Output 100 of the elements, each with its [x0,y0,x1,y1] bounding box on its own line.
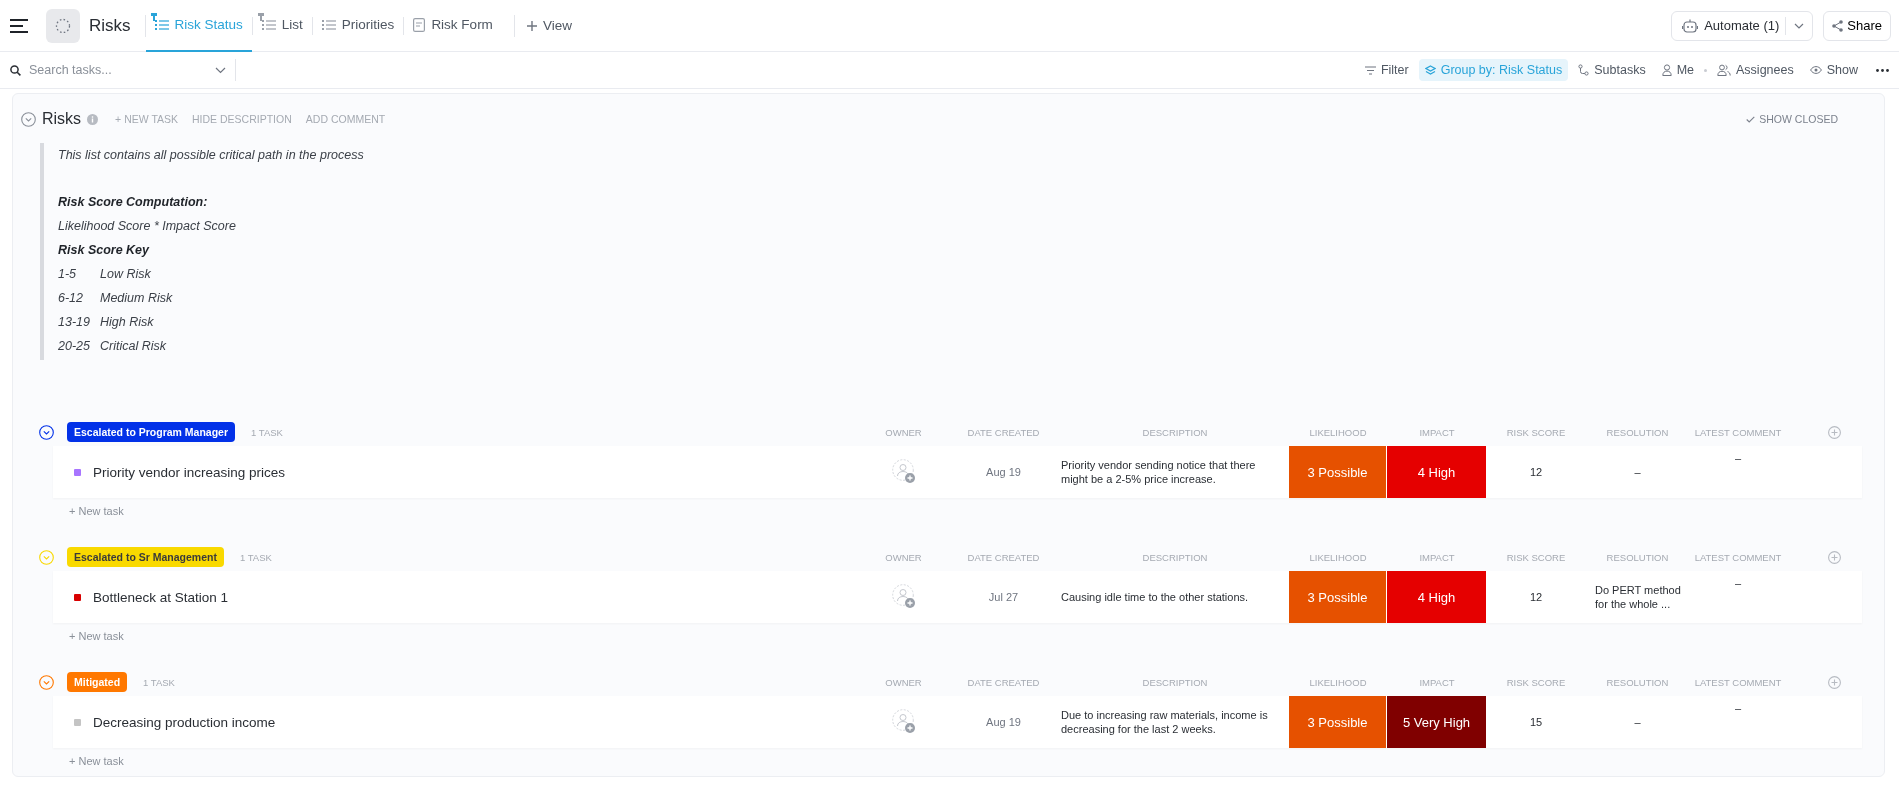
task-name[interactable]: Priority vendor increasing prices [93,464,286,480]
description-cell-text: Due to increasing raw materials, income is decreasing for the last 2 weeks. [1061,708,1269,736]
score-cell-text: 12 [1528,466,1544,478]
view-tab[interactable]: Risk Form [404,0,502,52]
description-heading: Risk Score Computation: [58,194,209,211]
add-column-icon[interactable] [1828,675,1841,689]
subtasks-icon [1578,64,1590,76]
show-closed-button[interactable]: SHOW CLOSED [1740,112,1844,126]
menu-icon[interactable] [10,18,28,33]
more-icon[interactable] [1876,68,1889,72]
info-icon[interactable] [87,113,99,125]
impact-cell[interactable]: 5 Very High [1387,696,1486,748]
description-text: This list contains all possible critical path in the process [58,147,365,164]
score-range: 1-5 [58,266,78,283]
impact-cell[interactable]: 4 High [1387,446,1486,498]
list-icon [321,18,336,31]
column-header: RESOLUTION [1605,676,1670,688]
task-row[interactable]: Decreasing production income Aug 19 Due to increasing raw materials, income is decreasing for the last 2 weeks. 3 Possible 5 Very High 15 – – [53,696,1862,748]
automate-button[interactable]: Automate (1) [1671,10,1814,41]
robot-icon [1682,18,1699,33]
status-pill[interactable]: Escalated to Sr Management [67,547,224,567]
score-range: 20-25 [58,338,91,355]
task-name[interactable]: Bottleneck at Station 1 [93,589,229,605]
impact-cell[interactable]: 4 High [1387,571,1486,623]
column-header: RISK SCORE [1505,676,1567,688]
description-cell-text: Priority vendor sending notice that there might be a 2-5% price increase. [1061,458,1257,486]
column-header: LATEST COMMENT [1693,426,1783,438]
task-row[interactable]: Bottleneck at Station 1 Jul 27 Causing idle time to the other stations. 3 Possible 4 High 12 Do PERT method for the whole ... – [53,571,1862,623]
toolbar-button[interactable]: Filter [1358,59,1415,81]
view-tab[interactable]: List [252,0,312,52]
column-header: RISK SCORE [1505,551,1567,563]
caret-icon [1794,22,1805,29]
risk-level: Low Risk [100,267,151,281]
score-range: 13-19 [58,314,91,331]
form-icon [413,17,426,32]
status-square[interactable] [74,468,81,476]
search-icon [10,64,21,76]
list-avatar[interactable] [46,8,80,43]
collapse-icon[interactable] [39,424,54,440]
plus-icon [526,20,537,31]
column-header: LIKELIHOOD [1308,676,1368,688]
comment-cell-text: – [1733,452,1743,464]
share-button[interactable]: Share [1823,10,1891,41]
column-header: RISK SCORE [1505,426,1567,438]
task-count: 1 TASK [239,551,272,563]
date-cell-text: Aug 19 [985,466,1022,478]
toolbar-button[interactable]: Show [1803,59,1864,81]
toolbar-button[interactable]: Subtasks [1572,59,1652,81]
comment-cell-text: – [1733,577,1743,589]
add-assignee-icon[interactable] [891,709,916,735]
column-header: LATEST COMMENT [1693,676,1783,688]
task-name[interactable]: Decreasing production income [93,714,276,730]
column-header: DATE CREATED [966,676,1041,688]
risk-level: Medium Risk [100,291,173,305]
likelihood-cell[interactable]: 3 Possible [1289,696,1386,748]
column-header: IMPACT [1418,676,1456,688]
column-header: IMPACT [1418,551,1456,563]
add-column-icon[interactable] [1828,425,1841,439]
search-field[interactable]: Search tasks... [27,62,181,78]
column-header: RESOLUTION [1605,551,1670,563]
check-icon [1746,115,1756,123]
pin-icon [150,12,157,21]
status-pill[interactable]: Escalated to Program Manager [67,422,236,442]
score-cell-text: 15 [1528,716,1544,728]
description-heading: Risk Score Key [58,242,151,259]
likelihood-cell[interactable]: 3 Possible [1289,446,1386,498]
likelihood-cell[interactable]: 3 Possible [1289,571,1386,623]
resolution-cell-text: – [1633,465,1642,479]
column-header: LIKELIHOOD [1308,551,1368,563]
add-view-button[interactable]: View [514,18,584,33]
people-icon [1717,64,1732,76]
score-cell-text: 12 [1528,591,1544,603]
score-range: 6-12 [58,290,85,307]
task-row[interactable]: Priority vendor increasing prices Aug 19 Priority vendor sending notice that there might be a 2-5% price increase. 3 Possible 4 High 12 – – [53,446,1862,498]
column-header: DATE CREATED [966,551,1041,563]
add-assignee-icon[interactable] [891,459,916,485]
view-tab[interactable]: Priorities [312,0,404,52]
share-icon [1832,19,1844,32]
comment-cell-text: – [1733,702,1743,714]
list-heading: Risks [42,110,82,128]
date-cell-text: Jul 27 [987,591,1020,603]
add-column-icon[interactable] [1828,550,1841,564]
chevron-down-icon[interactable] [215,66,226,74]
status-square[interactable] [74,593,81,601]
column-header: DESCRIPTION [1141,426,1209,438]
toolbar-button[interactable]: Me [1655,59,1701,81]
description-cell-text: Causing idle time to the other stations. [1061,590,1250,604]
task-count: 1 TASK [251,426,283,438]
eye-icon [1809,66,1822,74]
column-header: OWNER [884,551,923,563]
task-count: 1 TASK [143,676,175,688]
description-text: Likelihood Score * Impact Score [58,218,237,235]
toolbar-button[interactable]: Assignees [1711,59,1800,81]
column-header: DESCRIPTION [1141,551,1209,563]
add-assignee-icon[interactable] [891,584,916,610]
list-icon [261,18,276,31]
risk-level: Critical Risk [100,339,166,353]
column-header: OWNER [884,676,923,688]
date-cell-text: Aug 19 [985,716,1022,728]
list-icon [154,18,169,31]
